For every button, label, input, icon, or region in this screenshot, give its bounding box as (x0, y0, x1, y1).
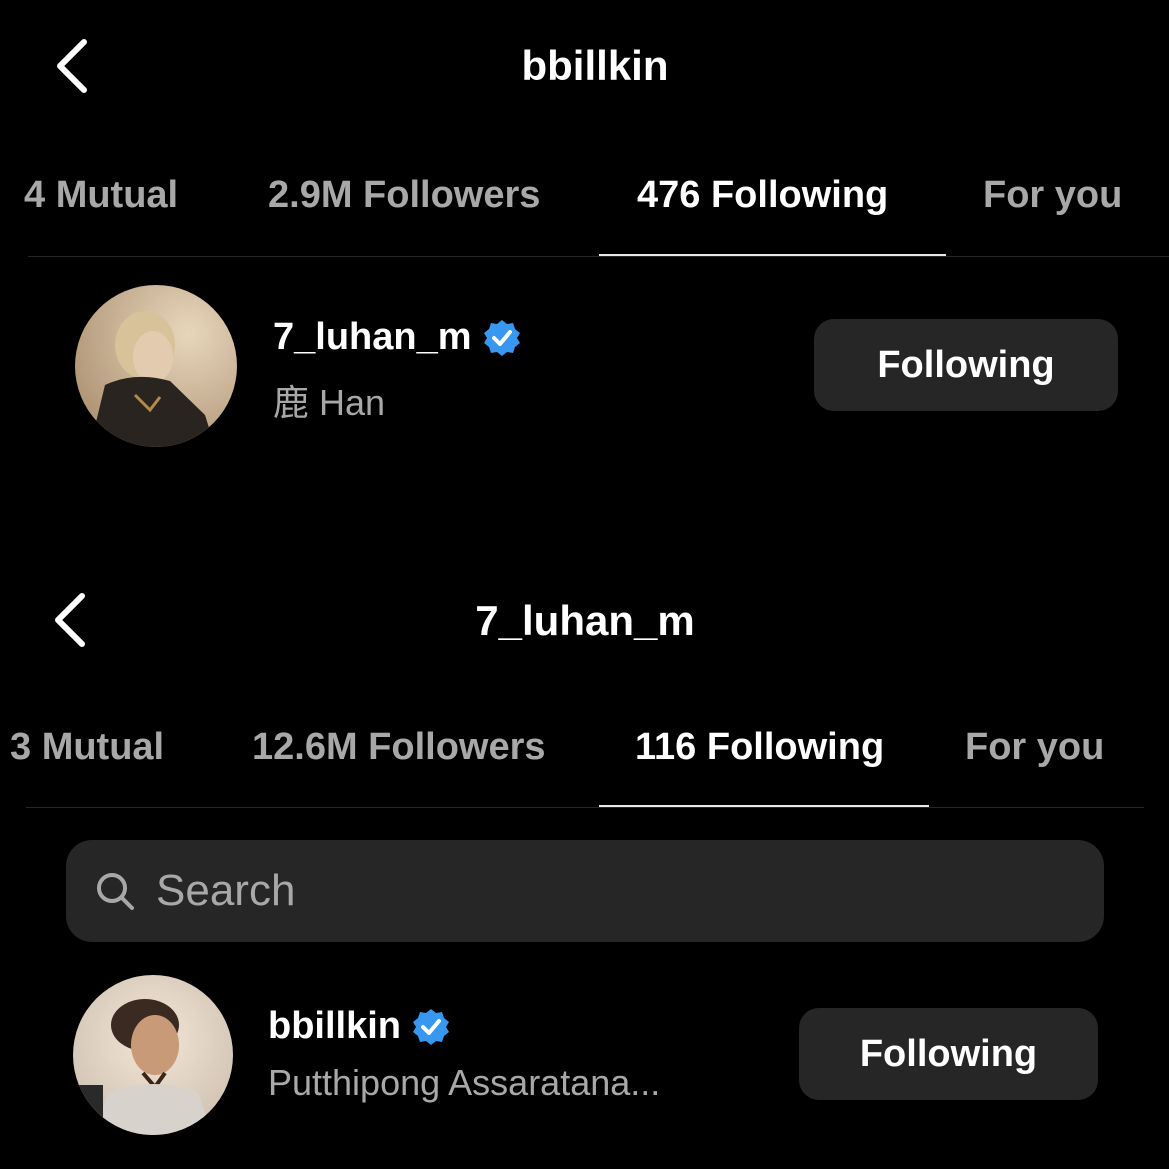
username: bbillkin (268, 1005, 401, 1047)
tabs-divider (26, 807, 1144, 808)
search-icon (97, 873, 134, 910)
full-name: Putthipong Assaratana... (268, 1062, 661, 1103)
tabs-divider (28, 256, 1169, 257)
active-tab-indicator (599, 805, 929, 807)
back-button[interactable] (50, 590, 90, 650)
avatar-image (75, 285, 237, 447)
following-button[interactable]: Following (814, 319, 1118, 411)
tab-following[interactable]: 116 Following (635, 728, 884, 766)
tab-mutual[interactable]: 4 Mutual (24, 176, 178, 214)
avatar[interactable] (73, 975, 233, 1135)
tab-for-you[interactable]: For you (983, 176, 1122, 214)
avatar-image (73, 975, 233, 1135)
full-name: 鹿 Han (273, 382, 386, 423)
active-tab-indicator (599, 254, 946, 256)
tab-mutual[interactable]: 3 Mutual (10, 728, 164, 766)
user-row-top[interactable]: 7_luhan_m (273, 316, 522, 359)
following-button[interactable]: Following (799, 1008, 1098, 1100)
avatar[interactable] (75, 285, 237, 447)
search-placeholder: Search (156, 866, 296, 915)
tab-for-you[interactable]: For you (965, 728, 1104, 766)
tab-followers[interactable]: 12.6M Followers (252, 728, 546, 766)
username: 7_luhan_m (273, 316, 472, 358)
verified-badge-icon (413, 1008, 449, 1045)
page-title: 7_luhan_m (475, 597, 695, 644)
back-button[interactable] (52, 36, 92, 96)
chevron-left-icon (55, 593, 85, 647)
chevron-left-icon (57, 39, 87, 93)
page-title: bbillkin (521, 42, 669, 89)
search-input[interactable]: Search (66, 840, 1104, 942)
user-row-bottom[interactable]: bbillkin (268, 1005, 451, 1048)
tab-followers[interactable]: 2.9M Followers (268, 176, 540, 214)
tab-following[interactable]: 476 Following (637, 176, 888, 214)
verified-badge-icon (483, 319, 520, 356)
